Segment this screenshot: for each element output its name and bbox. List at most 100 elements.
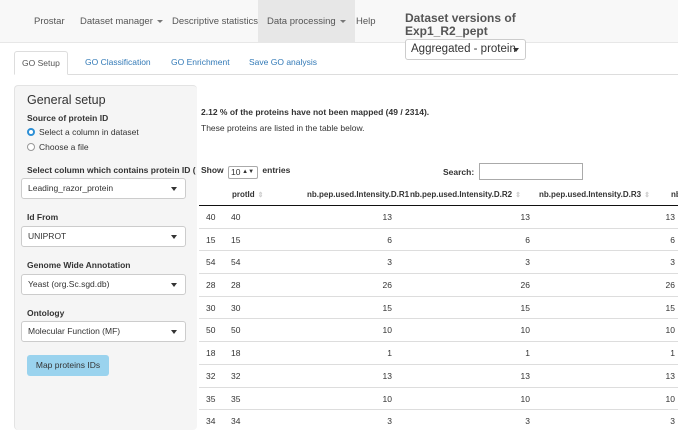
caret-down-icon bbox=[156, 19, 163, 23]
entries-length-control: Show 10 ▲▼ entries bbox=[201, 165, 290, 179]
dataset-version-value: Aggregated - protein bbox=[411, 43, 516, 55]
radio-select-column-label: Select a column in dataset bbox=[39, 127, 139, 137]
column-select-value: Leading_razor_protein bbox=[28, 183, 114, 193]
table-cell: 10 bbox=[665, 325, 675, 336]
table-row[interactable]: 35 35 10 10 10 bbox=[199, 388, 678, 411]
ontology-label: Ontology bbox=[27, 308, 65, 318]
dropdown-arrow-icon bbox=[171, 187, 177, 191]
tab-go-classification[interactable]: GO Classification bbox=[85, 51, 151, 75]
dropdown-arrow-icon bbox=[513, 48, 519, 52]
table-body: 40 40 13 13 13 15 15 6 6 6 54 54 3 3 3 28 28 26 26 26 30 30 15… bbox=[199, 206, 678, 430]
header-r1[interactable]: nb.pep.used.Intensity.D.R1 ⇕ bbox=[307, 183, 418, 206]
header-r3[interactable]: nb.pep.used.Intensity.D.R3 ⇕ bbox=[539, 183, 650, 206]
table-cell: 34 bbox=[206, 416, 216, 427]
table-header: protId ⇕ nb.pep.used.Intensity.D.R1 ⇕ nb.p… bbox=[199, 183, 678, 206]
dropdown-arrow-icon bbox=[171, 235, 177, 239]
table-cell: 30 bbox=[206, 302, 216, 313]
ontology-select-value: Molecular Function (MF) bbox=[28, 326, 121, 336]
genome-select[interactable]: Yeast (org.Sc.sgd.db) bbox=[21, 274, 186, 295]
table-row[interactable]: 18 18 1 1 1 bbox=[199, 342, 678, 365]
table-cell: 28 bbox=[231, 280, 241, 291]
idfrom-label: Id From bbox=[27, 212, 59, 222]
dataset-version-select[interactable]: Aggregated - protein bbox=[405, 39, 526, 60]
nav-help[interactable]: Help bbox=[356, 0, 376, 43]
genome-label: Genome Wide Annotation bbox=[27, 260, 131, 270]
table-row[interactable]: 34 34 3 3 3 bbox=[199, 410, 678, 430]
table-cell: 32 bbox=[231, 370, 241, 381]
tab-save-go-analysis[interactable]: Save GO analysis bbox=[249, 51, 317, 75]
genome-select-value: Yeast (org.Sc.sgd.db) bbox=[28, 279, 110, 289]
table-row[interactable]: 30 30 15 15 15 bbox=[199, 297, 678, 320]
show-label: Show bbox=[201, 165, 224, 175]
table-cell: 35 bbox=[231, 393, 241, 404]
table-cell: 3 bbox=[670, 257, 675, 268]
table-cell: 3 bbox=[387, 416, 392, 427]
map-proteins-button[interactable]: Map proteins IDs bbox=[27, 355, 109, 376]
search-input[interactable] bbox=[479, 163, 583, 180]
updown-arrows-icon: ▲▼ bbox=[242, 169, 255, 175]
table-cell: 3 bbox=[670, 416, 675, 427]
table-cell: 30 bbox=[231, 302, 241, 313]
table-cell: 26 bbox=[665, 280, 675, 291]
table-cell: 13 bbox=[520, 212, 530, 222]
nav-data-processing-label: Data processing bbox=[267, 16, 336, 27]
table-cell: 13 bbox=[665, 212, 675, 222]
table-cell: 10 bbox=[382, 393, 392, 404]
unmapped-proteins-table: protId ⇕ nb.pep.used.Intensity.D.R1 ⇕ nb.p… bbox=[199, 183, 678, 430]
table-cell: 3 bbox=[525, 257, 530, 268]
header-r2-label: nb.pep.used.Intensity.D.R2 bbox=[410, 190, 513, 199]
table-row[interactable]: 32 32 13 13 13 bbox=[199, 365, 678, 388]
table-row[interactable]: 40 40 13 13 13 bbox=[199, 206, 678, 229]
table-cell: 18 bbox=[206, 348, 216, 359]
nav-brand-prostar[interactable]: Prostar bbox=[34, 0, 65, 43]
table-cell: 13 bbox=[382, 212, 392, 222]
idfrom-select[interactable]: UNIPROT bbox=[21, 226, 186, 247]
navbar: Prostar Dataset manager Descriptive stat… bbox=[0, 0, 678, 43]
dataset-versions-title: Dataset versions of Exp1_R2_pept bbox=[405, 11, 516, 38]
header-protid-label: protId bbox=[232, 190, 255, 199]
entries-select[interactable]: 10 ▲▼ bbox=[228, 166, 259, 179]
table-row[interactable]: 15 15 6 6 6 bbox=[199, 229, 678, 252]
nav-descriptive-statistics[interactable]: Descriptive statistics bbox=[172, 0, 258, 43]
entries-label: entries bbox=[262, 165, 291, 175]
radio-select-column[interactable]: Select a column in dataset bbox=[27, 127, 139, 137]
tab-go-enrichment[interactable]: GO Enrichment bbox=[171, 51, 230, 75]
header-next-col[interactable]: nb bbox=[671, 183, 678, 206]
table-cell: 28 bbox=[206, 280, 216, 291]
header-protid[interactable]: protId ⇕ bbox=[232, 183, 264, 206]
radio-choose-file[interactable]: Choose a file bbox=[27, 142, 89, 152]
sort-icon: ⇕ bbox=[257, 192, 264, 199]
mapping-note: These proteins are listed in the table b… bbox=[201, 123, 365, 133]
column-select[interactable]: Leading_razor_protein bbox=[21, 178, 186, 199]
table-cell: 50 bbox=[231, 325, 241, 336]
table-cell: 3 bbox=[525, 416, 530, 427]
search-label: Search: bbox=[443, 167, 475, 177]
table-row[interactable]: 50 50 10 10 10 bbox=[199, 319, 678, 343]
table-cell: 3 bbox=[387, 257, 392, 268]
table-cell: 54 bbox=[231, 257, 241, 268]
nav-data-processing[interactable]: Data processing bbox=[258, 0, 355, 43]
table-cell: 10 bbox=[520, 325, 530, 336]
table-row[interactable]: 28 28 26 26 26 bbox=[199, 274, 678, 297]
nav-dataset-manager-label: Dataset manager bbox=[80, 16, 153, 27]
header-r3-label: nb.pep.used.Intensity.D.R3 bbox=[539, 190, 642, 199]
header-r2[interactable]: nb.pep.used.Intensity.D.R2 ⇕ bbox=[410, 183, 521, 206]
table-cell: 26 bbox=[520, 280, 530, 291]
table-cell: 13 bbox=[382, 370, 392, 381]
table-row[interactable]: 54 54 3 3 3 bbox=[199, 251, 678, 275]
ontology-select[interactable]: Molecular Function (MF) bbox=[21, 321, 186, 342]
nav-dataset-manager[interactable]: Dataset manager bbox=[80, 0, 163, 43]
table-cell: 18 bbox=[231, 348, 241, 359]
table-cell: 6 bbox=[670, 234, 675, 245]
header-r1-label: nb.pep.used.Intensity.D.R1 bbox=[307, 190, 410, 199]
table-cell: 1 bbox=[670, 348, 675, 359]
table-cell: 34 bbox=[231, 416, 241, 427]
table-cell: 13 bbox=[665, 370, 675, 381]
table-cell: 40 bbox=[206, 212, 216, 222]
table-cell: 6 bbox=[387, 234, 392, 245]
dropdown-arrow-icon bbox=[171, 283, 177, 287]
tab-go-setup[interactable]: GO Setup bbox=[14, 51, 68, 75]
table-cell: 6 bbox=[525, 234, 530, 245]
idfrom-select-value: UNIPROT bbox=[28, 231, 67, 241]
sort-icon: ⇕ bbox=[644, 192, 650, 199]
